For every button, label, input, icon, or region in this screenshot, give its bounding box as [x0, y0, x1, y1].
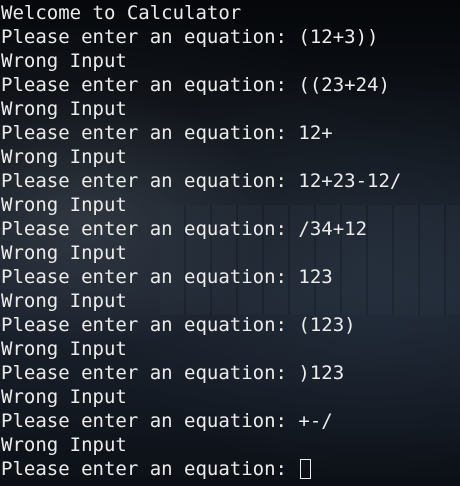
terminal-line: Wrong Input	[1, 338, 127, 360]
terminal-line: Wrong Input	[1, 434, 127, 456]
terminal-line: Welcome to Calculator	[1, 2, 242, 24]
terminal-prompt-line[interactable]: Please enter an equation:	[1, 457, 460, 481]
terminal-line: Wrong Input	[1, 290, 127, 312]
terminal-line: Please enter an equation: (123)	[1, 314, 356, 336]
terminal-line: Please enter an equation: ((23+24)	[1, 74, 390, 96]
terminal-line: Wrong Input	[1, 50, 127, 72]
terminal-line: Wrong Input	[1, 146, 127, 168]
terminal-line: Wrong Input	[1, 98, 127, 120]
terminal-line: Wrong Input	[1, 194, 127, 216]
terminal-line: Please enter an equation: (12+3))	[1, 26, 379, 48]
terminal-line: Please enter an equation: /34+12	[1, 218, 368, 240]
terminal-line: Please enter an equation: 123	[1, 266, 333, 288]
terminal-line: Wrong Input	[1, 242, 127, 264]
terminal-window[interactable]: Welcome to Calculator Please enter an eq…	[0, 0, 460, 486]
terminal-line: Please enter an equation: 12+	[1, 122, 333, 144]
terminal-prompt: Please enter an equation:	[1, 458, 299, 480]
terminal-line: Please enter an equation: )123	[1, 362, 345, 384]
terminal-line: Please enter an equation: +-/	[1, 410, 333, 432]
terminal-line: Wrong Input	[1, 386, 127, 408]
block-cursor-icon[interactable]	[300, 459, 312, 479]
terminal-line: Please enter an equation: 12+23-12/	[1, 170, 402, 192]
